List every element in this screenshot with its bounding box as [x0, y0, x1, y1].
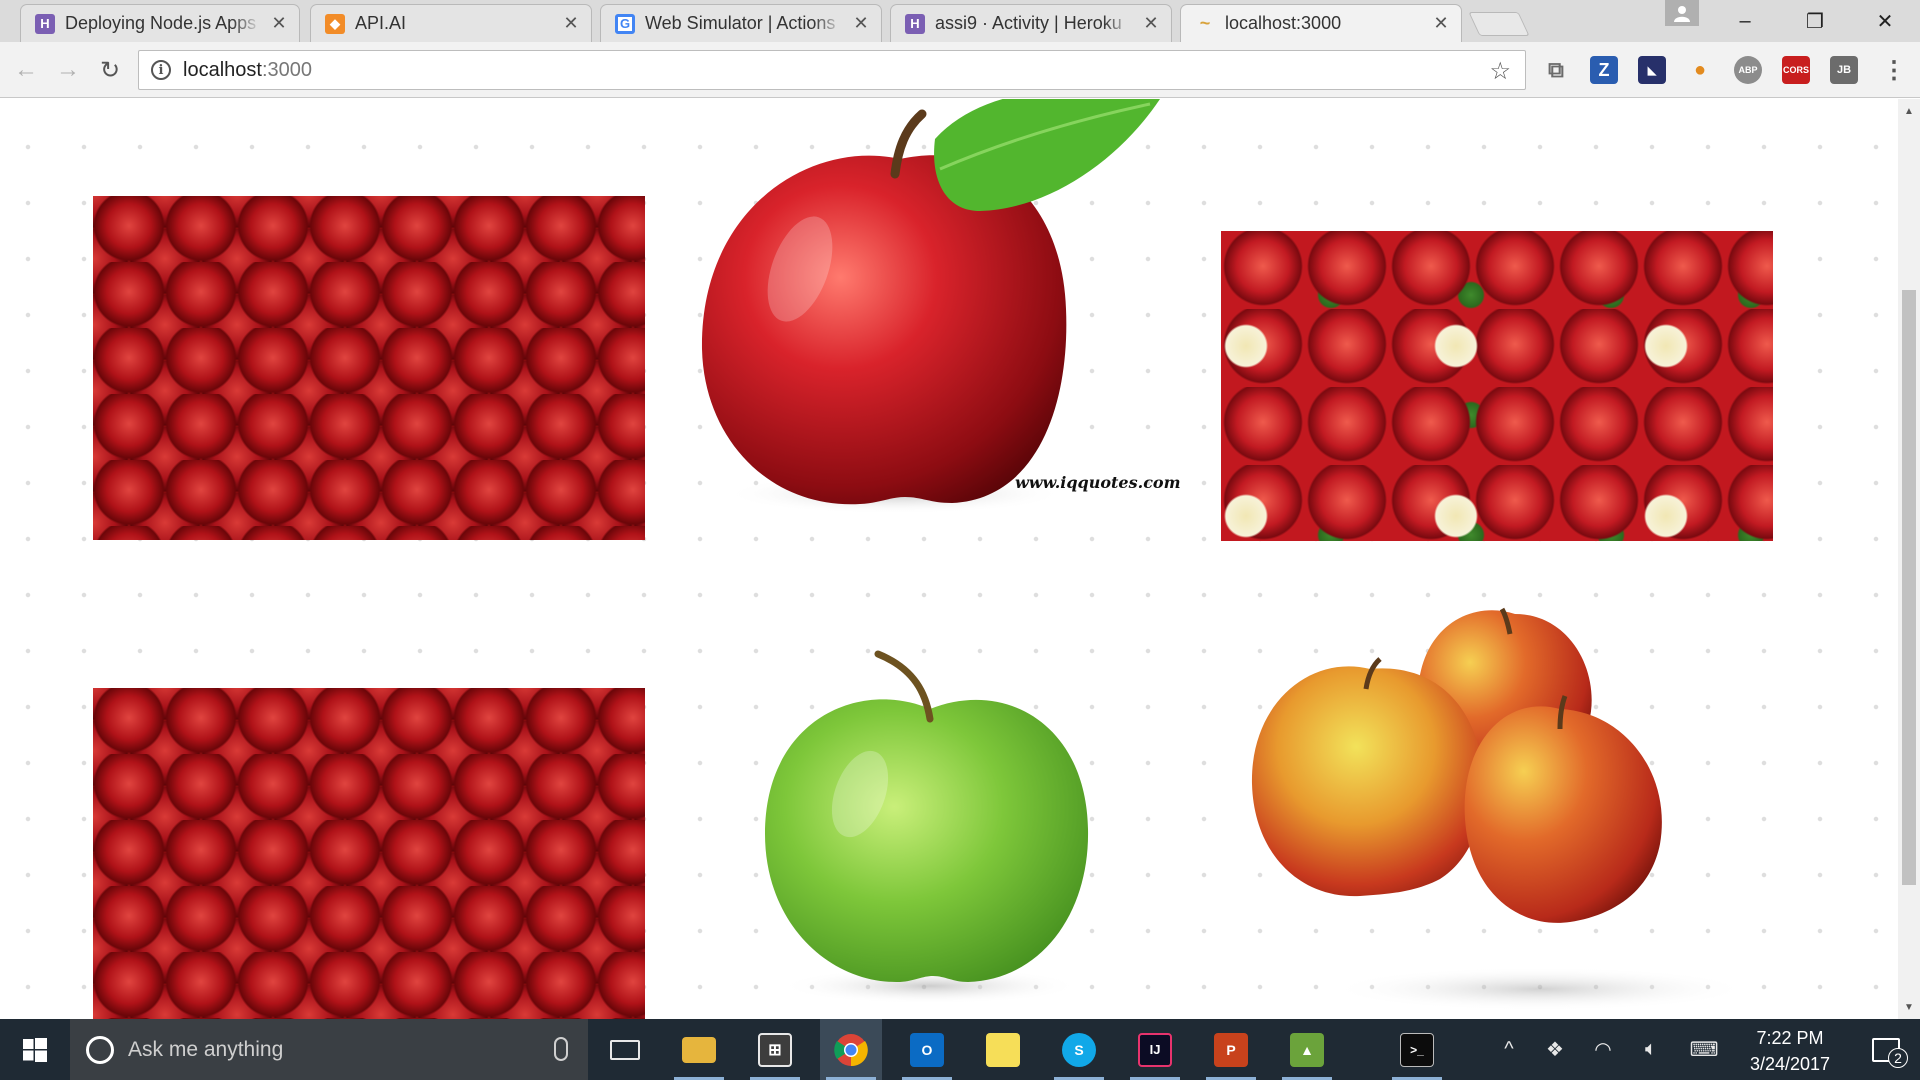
cortana-search-box[interactable]: Ask me anything [70, 1019, 588, 1080]
red-apples-pile-image-2 [93, 688, 645, 1019]
tab-heroku-activity[interactable]: H assi9 · Activity | Heroku ✕ [890, 4, 1172, 42]
tab-title: Web Simulator | Actions [645, 13, 836, 33]
close-icon[interactable]: ✕ [271, 13, 287, 34]
powerpoint-icon[interactable]: P [1200, 1019, 1262, 1080]
minimize-button[interactable]: – [1710, 0, 1780, 42]
info-icon[interactable]: i [151, 60, 171, 80]
tab-title: Deploying Node.js Apps [65, 13, 257, 33]
clock-date: 3/24/2017 [1749, 1054, 1831, 1074]
red-and-cut-apples-image [1221, 231, 1773, 541]
sticky-notes-icon[interactable] [972, 1019, 1034, 1080]
kangaroo-icon: ~ [1199, 13, 1211, 33]
ext-dark-icon[interactable]: ◣ [1638, 56, 1666, 84]
volume-icon[interactable]: 🔈︎ [1634, 1019, 1668, 1080]
url-text: localhost:3000 [183, 58, 312, 81]
profile-avatar-icon[interactable] [1665, 0, 1699, 26]
address-bar[interactable]: i localhost:3000 ☆ [138, 50, 1526, 90]
apiai-icon: ◆ [325, 13, 345, 34]
back-button[interactable]: ← [10, 54, 42, 86]
new-tab-button[interactable] [1468, 12, 1530, 36]
start-button[interactable] [0, 1019, 70, 1080]
restore-button[interactable]: ❐ [1780, 0, 1850, 42]
tab-localhost[interactable]: ~ localhost:3000 ✕ [1180, 4, 1462, 42]
intellij-icon[interactable]: IJ [1124, 1019, 1186, 1080]
ext-flame-icon[interactable]: ● [1686, 56, 1714, 84]
cast-icon[interactable]: ⧉ [1542, 56, 1570, 84]
forward-button[interactable]: → [52, 54, 84, 86]
clock-time: 7:22 PM [1756, 1028, 1824, 1048]
tab-title: API.AI [355, 13, 407, 33]
menu-icon[interactable]: ⋮ [1880, 56, 1908, 84]
file-explorer-icon[interactable] [668, 1019, 730, 1080]
store-icon[interactable]: ⊞ [744, 1019, 806, 1080]
tab-apiai[interactable]: ◆ API.AI ✕ [310, 4, 592, 42]
tab-title: assi9 · Activity | Heroku [935, 13, 1122, 33]
red-apples-pile-image-1 [93, 196, 645, 540]
tab-title: localhost:3000 [1225, 13, 1342, 33]
google-icon: G [615, 13, 635, 34]
show-hidden-icons-chevron-icon[interactable]: ^ [1494, 1019, 1524, 1080]
reload-button[interactable]: ↻ [94, 54, 126, 86]
tab-deploying-node[interactable]: H Deploying Node.js Apps ✕ [20, 4, 300, 42]
close-window-button[interactable]: ✕ [1850, 0, 1920, 42]
microphone-icon[interactable] [554, 1037, 568, 1061]
action-center-icon[interactable]: 2 [1852, 1019, 1920, 1080]
cors-icon[interactable]: CORS [1782, 56, 1810, 84]
system-clock[interactable]: 7:22 PM 3/24/2017 [1730, 1025, 1850, 1077]
close-icon[interactable]: ✕ [1433, 13, 1449, 34]
green-apple-image [750, 624, 1120, 1019]
network-icon[interactable]: ◠ [1586, 1019, 1620, 1080]
windows-taskbar: Ask me anything ⊞ O S IJ P ▲ >_ ^ ❖ ◠ 🔈︎… [0, 1019, 1920, 1080]
zotero-icon[interactable]: Z [1590, 56, 1618, 84]
search-placeholder: Ask me anything [128, 1037, 284, 1061]
keyboard-icon[interactable]: ⌨ [1684, 1019, 1724, 1080]
heroku-icon: H [905, 13, 925, 34]
browser-toolbar: ← → ↻ i localhost:3000 ☆ ⧉ Z ◣ ● ABP COR… [0, 42, 1920, 98]
scrollbar-thumb[interactable] [1902, 290, 1916, 885]
tab-web-simulator[interactable]: G Web Simulator | Actions ✕ [600, 4, 882, 42]
tab-strip: H Deploying Node.js Apps ✕ ◆ API.AI ✕ G … [0, 0, 1920, 42]
close-icon[interactable]: ✕ [563, 13, 579, 34]
dropbox-icon[interactable]: ❖ [1538, 1019, 1572, 1080]
close-icon[interactable]: ✕ [1143, 13, 1159, 34]
windows-logo-icon [23, 1037, 47, 1062]
image-app-icon[interactable]: ▲ [1276, 1019, 1338, 1080]
skype-icon[interactable]: S [1048, 1019, 1110, 1080]
three-apples-image [1240, 594, 1760, 1019]
red-apple-with-leaf-image: www.iqquotes.com [690, 99, 1210, 519]
task-view-icon[interactable] [594, 1019, 656, 1080]
outlook-icon[interactable]: O [896, 1019, 958, 1080]
jb-icon[interactable]: JB [1830, 56, 1858, 84]
cortana-icon [86, 1035, 114, 1064]
page-content: www.iqquotes.com [0, 99, 1898, 1019]
watermark-text: www.iqquotes.com [1015, 473, 1181, 492]
heroku-icon: H [35, 13, 55, 34]
notification-count: 2 [1888, 1047, 1908, 1068]
close-icon[interactable]: ✕ [853, 13, 869, 34]
adblock-icon[interactable]: ABP [1734, 56, 1762, 84]
scroll-up-arrow-icon[interactable]: ▲ [1898, 102, 1920, 120]
terminal-icon[interactable]: >_ [1386, 1019, 1448, 1080]
chrome-icon[interactable] [820, 1019, 882, 1080]
bookmark-star-icon[interactable]: ☆ [1489, 57, 1511, 86]
scroll-down-arrow-icon[interactable]: ▼ [1898, 998, 1920, 1016]
